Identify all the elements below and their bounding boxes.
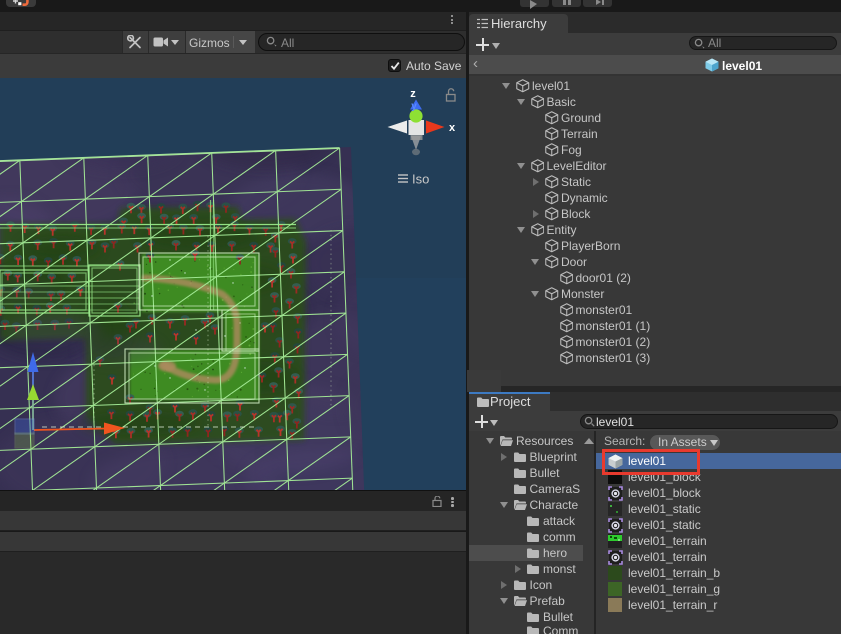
svg-text:z: z [410,88,416,100]
svg-text:Iso: Iso [412,172,429,187]
svg-text:y: y [411,101,417,112]
svg-text:x: x [449,122,456,134]
